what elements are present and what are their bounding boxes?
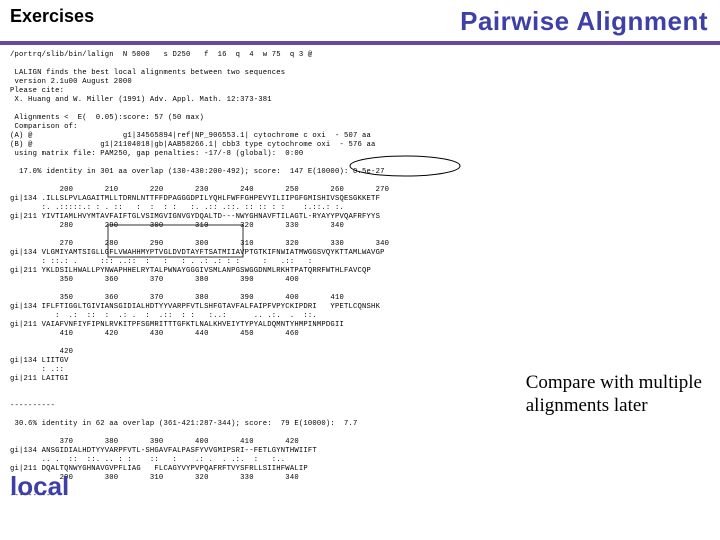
note-line-1: Compare with multiple [526,372,702,393]
left-title: Exercises [10,6,94,27]
alignment-output: /portrq/slib/bin/lalign N 5000 s D250 f … [10,51,710,501]
annotation-note: Compare with multiple alignments later [526,372,702,418]
note-line-2: alignments later [526,395,648,416]
right-title: Pairwise Alignment [460,6,708,37]
bottom-label: local [10,471,69,502]
content-area: /portrq/slib/bin/lalign N 5000 s D250 f … [0,45,720,501]
slide-header: Exercises Pairwise Alignment [0,0,720,39]
